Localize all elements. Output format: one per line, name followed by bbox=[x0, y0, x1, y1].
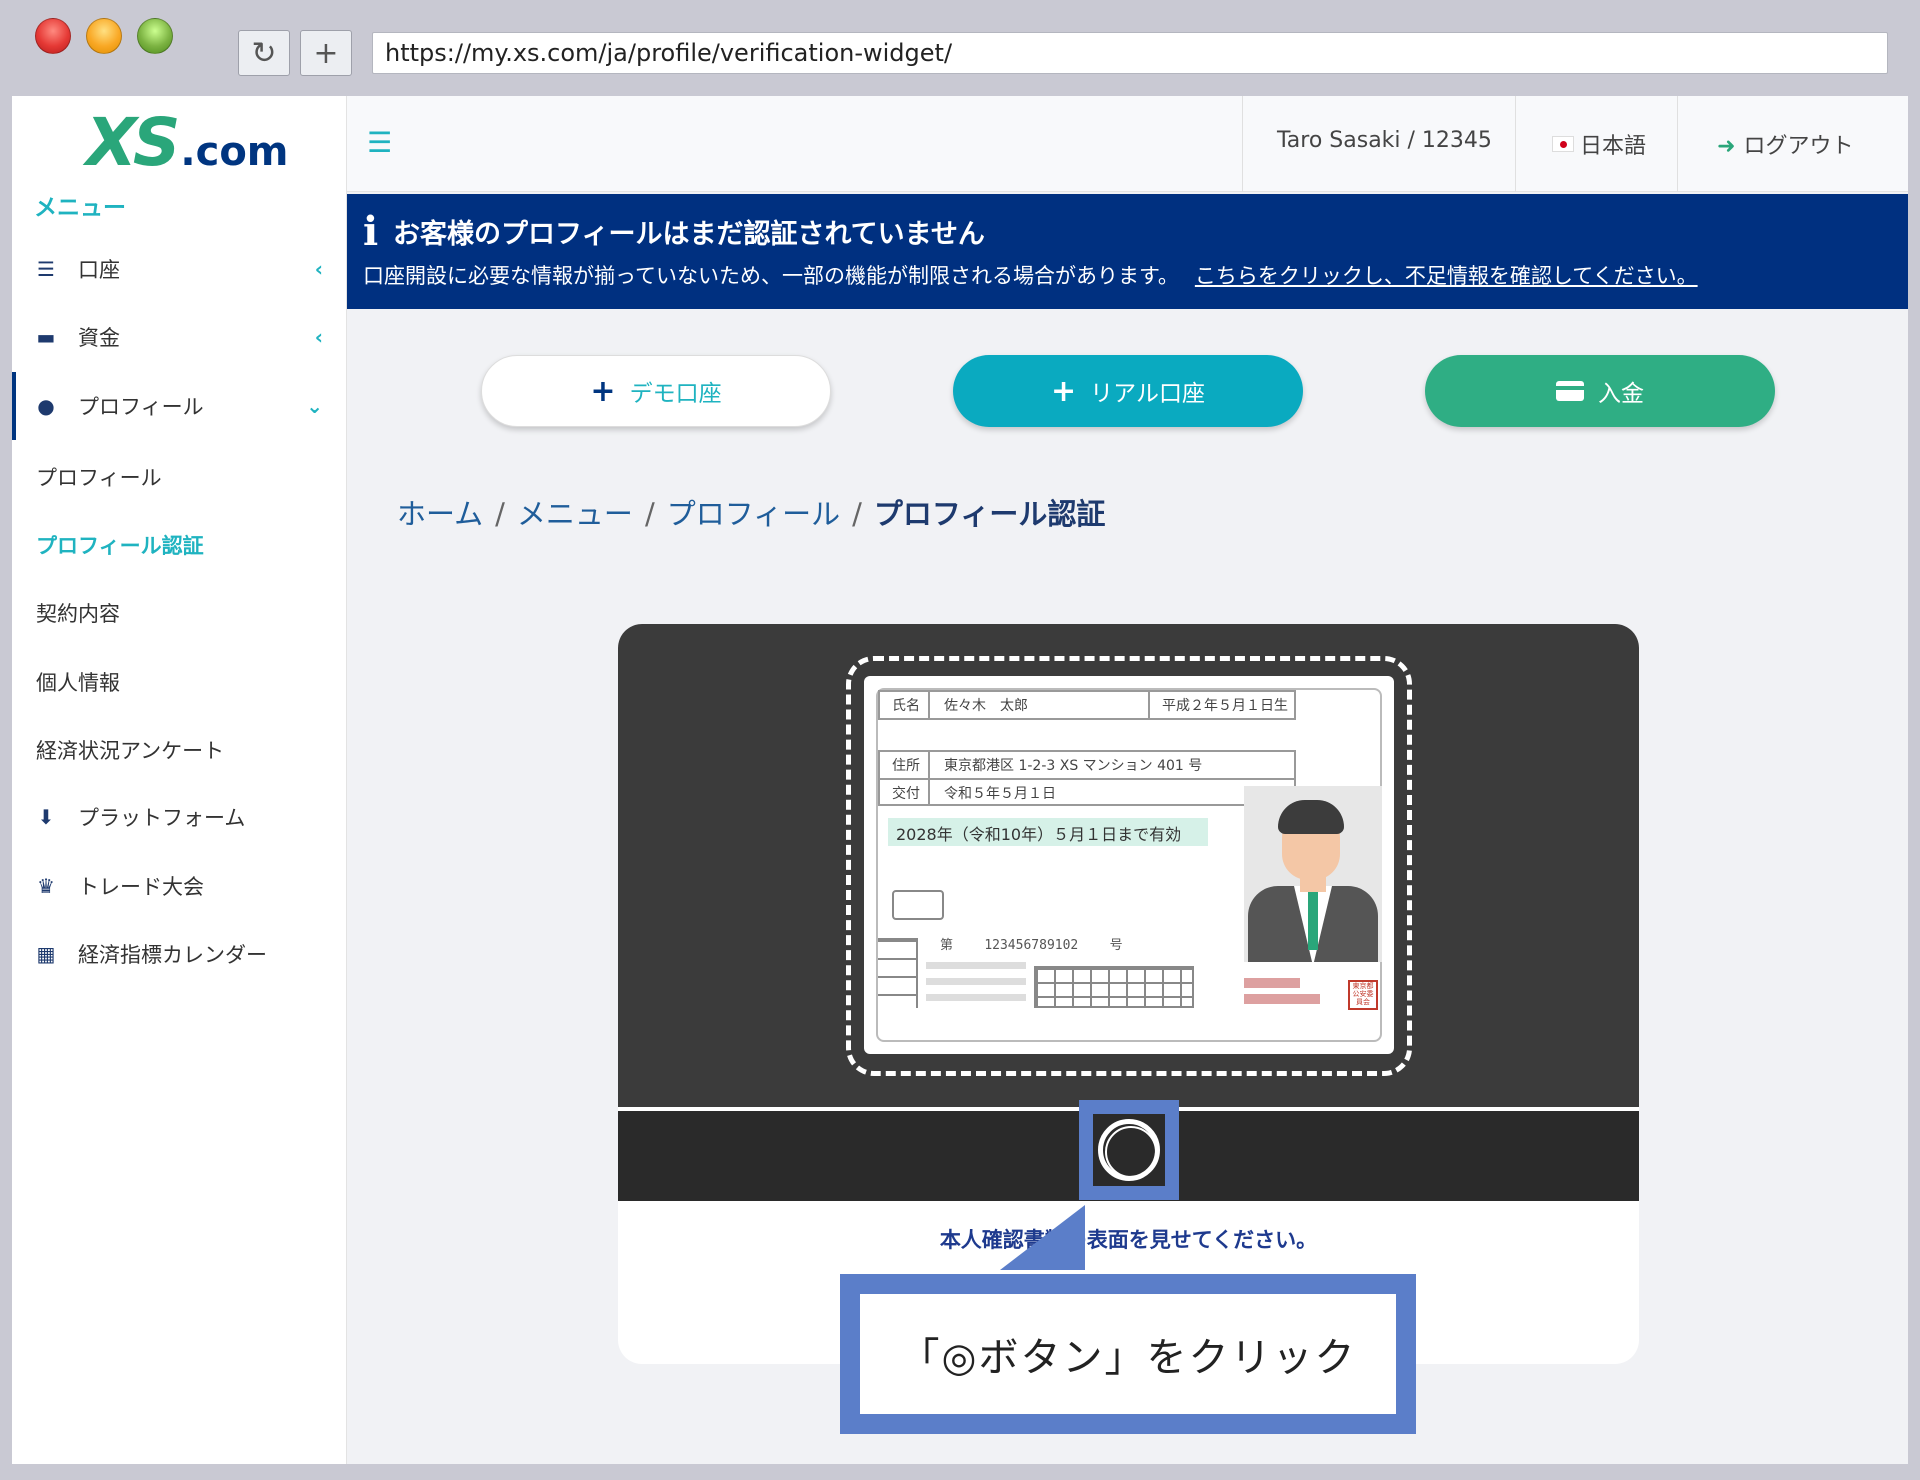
chevron-left-icon: ‹ bbox=[314, 325, 323, 349]
demo-account-button[interactable]: + デモ口座 bbox=[481, 355, 831, 427]
demo-account-label: デモ口座 bbox=[629, 381, 722, 407]
breadcrumb-current: プロフィール認証 bbox=[873, 497, 1106, 531]
chevron-left-icon: ‹ bbox=[314, 257, 323, 281]
browser-chrome: ↻ + https://my.xs.com/ja/profile/verific… bbox=[0, 0, 1920, 96]
sidebar-item-trade-contest[interactable]: ♛ トレード大会 bbox=[12, 856, 347, 916]
deposit-label: 入金 bbox=[1598, 381, 1644, 407]
trophy-icon: ♛ bbox=[37, 874, 55, 898]
sidebar-subitem-profile-verification[interactable]: プロフィール認証 bbox=[36, 530, 204, 560]
user-icon: ● bbox=[37, 394, 55, 418]
sidebar-item-label: 経済指標カレンダー bbox=[78, 943, 267, 967]
deposit-button[interactable]: 入金 bbox=[1425, 355, 1775, 427]
chevron-down-icon: ⌄ bbox=[306, 394, 323, 418]
sidebar-item-profile[interactable]: ● プロフィール ⌄ bbox=[12, 372, 347, 440]
sidebar-item-account[interactable]: ☰ 口座 ‹ bbox=[12, 239, 347, 299]
sidebar-subitem-contract[interactable]: 契約内容 bbox=[36, 598, 120, 628]
sidebar: XS .com メニュー ☰ 口座 ‹ ▬ 資金 ‹ ● プロフィール ⌄ プロ… bbox=[12, 96, 347, 1464]
sidebar-item-funds[interactable]: ▬ 資金 ‹ bbox=[12, 307, 347, 367]
reload-icon[interactable]: ↻ bbox=[238, 30, 290, 76]
alert-message: 口座開設に必要な情報が揃っていないため、一部の機能が制限される場合があります。こ… bbox=[363, 260, 1698, 290]
shutter-button[interactable] bbox=[1098, 1119, 1160, 1181]
sidebar-item-label: 口座 bbox=[78, 258, 120, 282]
sidebar-item-platform[interactable]: ⬇ プラットフォーム bbox=[12, 787, 347, 847]
sidebar-item-label: プラットフォーム bbox=[78, 806, 246, 830]
info-icon: i bbox=[363, 208, 379, 255]
sidebar-item-label: トレード大会 bbox=[78, 875, 204, 899]
camera-view: 氏名 佐々木 太郎 平成２年５月１日生 住所 東京都港区 1-2-3 XS マン… bbox=[618, 624, 1639, 1107]
breadcrumb-menu[interactable]: メニュー bbox=[517, 497, 633, 531]
verification-alert: i お客様のプロフィールはまだ認証されていません 口座開設に必要な情報が揃ってい… bbox=[347, 194, 1908, 309]
sidebar-subitem-personal-info[interactable]: 個人情報 bbox=[36, 667, 120, 697]
credit-card-icon bbox=[1556, 381, 1584, 401]
sidebar-item-economic-calendar[interactable]: ▦ 経済指標カレンダー bbox=[12, 924, 347, 984]
callout-box: 「◎ボタン」をクリック bbox=[840, 1274, 1416, 1434]
user-account-label[interactable]: Taro Sasaki / 12345 bbox=[1277, 128, 1492, 153]
alert-text: 口座開設に必要な情報が揃っていないため、一部の機能が制限される場合があります。 bbox=[363, 264, 1179, 288]
logout-button[interactable]: ➜ ログアウト bbox=[1717, 128, 1853, 160]
maximize-window-button[interactable] bbox=[137, 18, 173, 54]
sidebar-item-label: プロフィール bbox=[78, 395, 204, 419]
japan-flag-icon bbox=[1552, 136, 1574, 152]
language-label: 日本語 bbox=[1580, 134, 1647, 159]
alert-title: お客様のプロフィールはまだ認証されていません bbox=[393, 219, 985, 250]
calendar-icon: ▦ bbox=[36, 942, 56, 966]
capture-frame bbox=[846, 656, 1412, 1076]
top-bar: ☰ Taro Sasaki / 12345 日本語 ➜ ログアウト bbox=[347, 96, 1908, 192]
breadcrumb-profile[interactable]: プロフィール bbox=[667, 497, 840, 531]
list-icon: ☰ bbox=[37, 257, 55, 281]
logout-icon: ➜ bbox=[1717, 134, 1736, 159]
instruction-text: 本人確認書類の表面を見せてください。 bbox=[939, 1228, 1318, 1252]
address-bar[interactable]: https://my.xs.com/ja/profile/verificatio… bbox=[372, 32, 1888, 74]
plus-icon: + bbox=[590, 373, 616, 409]
sidebar-item-label: 資金 bbox=[78, 326, 120, 350]
logo-com: .com bbox=[180, 129, 289, 175]
menu-heading: メニュー bbox=[34, 195, 126, 221]
divider bbox=[1677, 96, 1678, 192]
logo-xs: XS bbox=[86, 104, 180, 181]
divider bbox=[1515, 96, 1516, 192]
alert-link[interactable]: こちらをクリックし、不足情報を確認してください。 bbox=[1195, 264, 1698, 288]
real-account-label: リアル口座 bbox=[1090, 381, 1205, 407]
plus-icon: + bbox=[1051, 373, 1077, 409]
logout-label: ログアウト bbox=[1743, 134, 1854, 159]
real-account-button[interactable]: + リアル口座 bbox=[953, 355, 1303, 427]
xs-logo[interactable]: XS .com bbox=[86, 104, 289, 181]
minimize-window-button[interactable] bbox=[86, 18, 122, 54]
hamburger-menu-icon[interactable]: ☰ bbox=[367, 126, 392, 159]
divider bbox=[1242, 96, 1243, 192]
download-icon: ⬇ bbox=[37, 805, 55, 829]
breadcrumb-home[interactable]: ホーム bbox=[397, 497, 483, 531]
callout-text: 「◎ボタン」をクリック bbox=[860, 1294, 1396, 1414]
new-tab-icon[interactable]: + bbox=[300, 30, 352, 76]
breadcrumb: ホーム / メニュー / プロフィール / プロフィール認証 bbox=[397, 497, 1106, 531]
language-selector[interactable]: 日本語 bbox=[1552, 128, 1646, 160]
verification-widget: 氏名 佐々木 太郎 平成２年５月１日生 住所 東京都港区 1-2-3 XS マン… bbox=[618, 624, 1639, 1364]
wallet-icon: ▬ bbox=[36, 325, 56, 349]
sidebar-subitem-economic-survey[interactable]: 経済状況アンケート bbox=[36, 735, 224, 765]
sidebar-subitem-profile[interactable]: プロフィール bbox=[36, 462, 162, 492]
main-content: ☰ Taro Sasaki / 12345 日本語 ➜ ログアウト i お客様のプ… bbox=[347, 96, 1908, 1464]
close-window-button[interactable] bbox=[35, 18, 71, 54]
